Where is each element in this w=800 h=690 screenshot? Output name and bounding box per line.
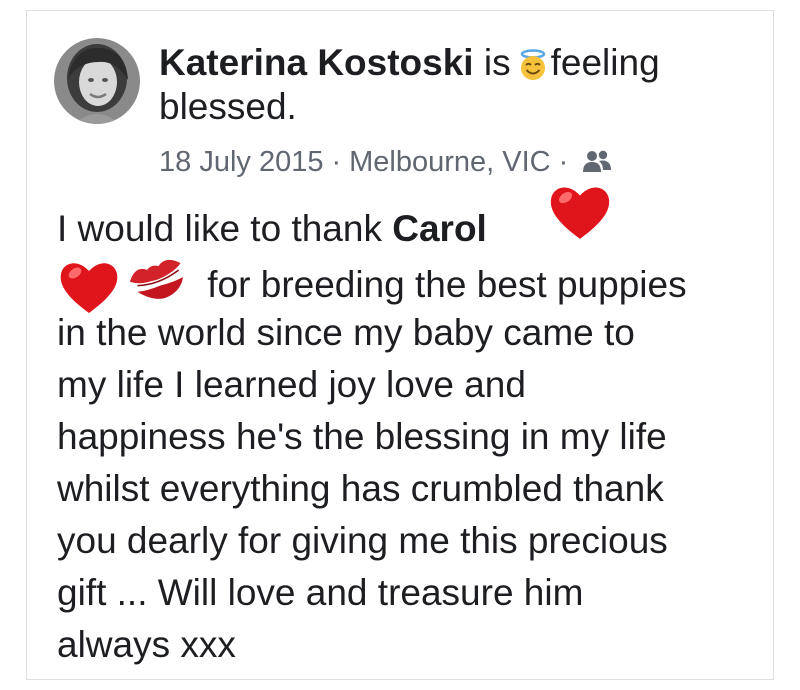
text-line-8: gift ... Will love and treasure him — [57, 572, 584, 613]
text-line-4: my life I learned joy love and — [57, 364, 526, 405]
smiling-face-with-halo-icon — [517, 47, 549, 80]
author-name[interactable]: Katerina Kostoski — [159, 42, 474, 83]
text-line-6: whilst everything has crumbled thank — [57, 468, 664, 509]
post-location[interactable]: Melbourne, VIC — [349, 146, 551, 178]
facebook-post-card: Katerina Kostoski is feeling blessed. 18… — [26, 10, 774, 680]
post-header: Katerina Kostoski is feeling blessed. — [159, 41, 719, 129]
text-line-2-after: for breeding the best puppies — [207, 264, 687, 305]
profile-photo — [54, 38, 140, 124]
text-line-2: for breeding the best puppies — [57, 255, 757, 314]
heart-icon — [547, 179, 613, 245]
separator: · — [558, 146, 569, 178]
friends-icon[interactable] — [582, 148, 612, 176]
post-meta: 18 July 2015 · Melbourne, VIC · — [159, 145, 612, 179]
text-line-9: always xxx — [57, 624, 236, 665]
text-line-1: I would like to thank Carol — [57, 203, 757, 255]
text-line-3: in the world since my baby came to — [57, 312, 635, 353]
text-line-5: happiness he's the blessing in my life — [57, 416, 667, 457]
text-line-7: you dearly for giving me this precious — [57, 520, 668, 561]
kiss-mark-icon — [127, 255, 189, 307]
mention-link[interactable]: Carol — [392, 208, 487, 249]
text-line-1-before: I would like to thank — [57, 208, 382, 249]
post-body: I would like to thank Carol for breeding… — [57, 203, 757, 671]
activity-prefix: is — [483, 42, 511, 83]
separator: · — [331, 146, 342, 178]
avatar[interactable] — [54, 38, 140, 124]
post-date[interactable]: 18 July 2015 — [159, 146, 323, 178]
